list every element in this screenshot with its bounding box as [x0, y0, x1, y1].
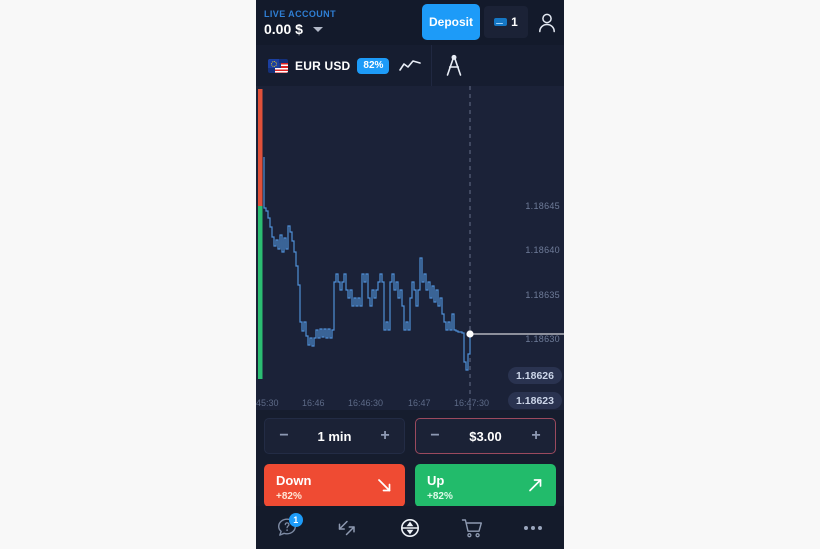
account-balance: 0.00 $ — [264, 21, 303, 37]
indicators-button[interactable] — [431, 45, 476, 86]
nav-trades[interactable] — [318, 506, 380, 549]
account-block[interactable]: LIVE ACCOUNT 0.00 $ — [264, 8, 336, 37]
card-icon — [494, 18, 508, 26]
nav-more[interactable] — [502, 506, 564, 549]
balance-row[interactable]: 0.00 $ — [264, 21, 336, 37]
y-axis-label: 1.18640 — [525, 245, 560, 255]
arrow-up-right-icon — [529, 479, 542, 492]
compass-divider-icon — [447, 54, 462, 76]
phone-screen: LIVE ACCOUNT 0.00 $ Deposit 1 EUR USD 82… — [256, 0, 564, 549]
eurusd-flag-icon — [268, 58, 288, 73]
asset-selector[interactable]: EUR USD 82% — [256, 45, 390, 86]
messages-button[interactable]: 1 — [484, 6, 528, 38]
person-icon — [539, 13, 555, 32]
x-axis-label: 16:47 — [408, 398, 431, 408]
sell-zone-bar — [258, 89, 263, 206]
expiration-stepper[interactable]: − 1 min + — [264, 418, 405, 454]
price-chart[interactable]: 1.18645 1.18640 1.18635 1.18630 1.18626 … — [256, 86, 564, 410]
messages-count: 1 — [511, 15, 518, 29]
amount-plus-button[interactable]: + — [529, 428, 543, 444]
x-axis-label: 16:46 — [302, 398, 325, 408]
trade-arrows-icon — [339, 520, 356, 535]
x-axis-label: 16:46:30 — [348, 398, 384, 408]
price-pill: 1.18623 — [508, 392, 562, 409]
nav-support[interactable]: 1 — [256, 506, 318, 549]
chevron-down-icon[interactable] — [312, 26, 323, 32]
amount-value: $3.00 — [469, 428, 502, 444]
price-line — [263, 157, 471, 371]
amount-minus-button[interactable]: − — [428, 428, 442, 444]
deposit-button[interactable]: Deposit — [422, 4, 480, 40]
account-header: LIVE ACCOUNT 0.00 $ Deposit 1 — [256, 0, 564, 45]
profile-button[interactable] — [532, 6, 562, 38]
trade-controls: − 1 min + − $3.00 + Down +82% Up +82% — [256, 410, 564, 507]
nav-selector[interactable] — [379, 506, 441, 549]
y-axis-label: 1.18630 — [525, 334, 560, 344]
y-axis-label: 1.18635 — [525, 290, 560, 300]
x-axis-label: 45:30 — [256, 398, 279, 408]
down-button[interactable]: Down +82% — [264, 464, 405, 507]
chart-type-button[interactable] — [389, 45, 431, 86]
asset-payout-badge: 82% — [357, 57, 390, 74]
updown-selector-icon — [400, 518, 419, 537]
expiration-value: 1 min — [317, 428, 352, 444]
trade-buttons-row: Down +82% Up +82% — [264, 464, 556, 507]
price-pill: 1.18626 — [508, 367, 562, 384]
nav-store[interactable] — [441, 506, 503, 549]
account-type-label: LIVE ACCOUNT — [264, 9, 336, 19]
stepper-row: − 1 min + − $3.00 + — [264, 418, 556, 454]
amount-stepper[interactable]: − $3.00 + — [415, 418, 556, 454]
shopping-cart-icon — [461, 518, 482, 537]
arrow-down-right-icon — [378, 479, 391, 492]
y-axis-label: 1.18645 — [525, 201, 560, 211]
up-button[interactable]: Up +82% — [415, 464, 556, 507]
expiration-minus-button[interactable]: − — [277, 428, 291, 444]
buy-zone-bar — [258, 206, 263, 379]
line-chart-icon — [399, 59, 422, 71]
asset-bar: EUR USD 82% — [256, 45, 564, 86]
asset-name: EUR USD — [295, 58, 351, 73]
current-price-marker — [466, 330, 474, 338]
chart-canvas — [258, 86, 564, 410]
expiration-plus-button[interactable]: + — [378, 428, 392, 444]
x-axis-label: 16:47:30 — [454, 398, 490, 408]
page-root: LIVE ACCOUNT 0.00 $ Deposit 1 EUR USD 82… — [0, 0, 820, 549]
support-badge: 1 — [288, 513, 303, 527]
more-dots-icon — [524, 525, 543, 530]
bottom-navigation: 1 — [256, 506, 564, 549]
